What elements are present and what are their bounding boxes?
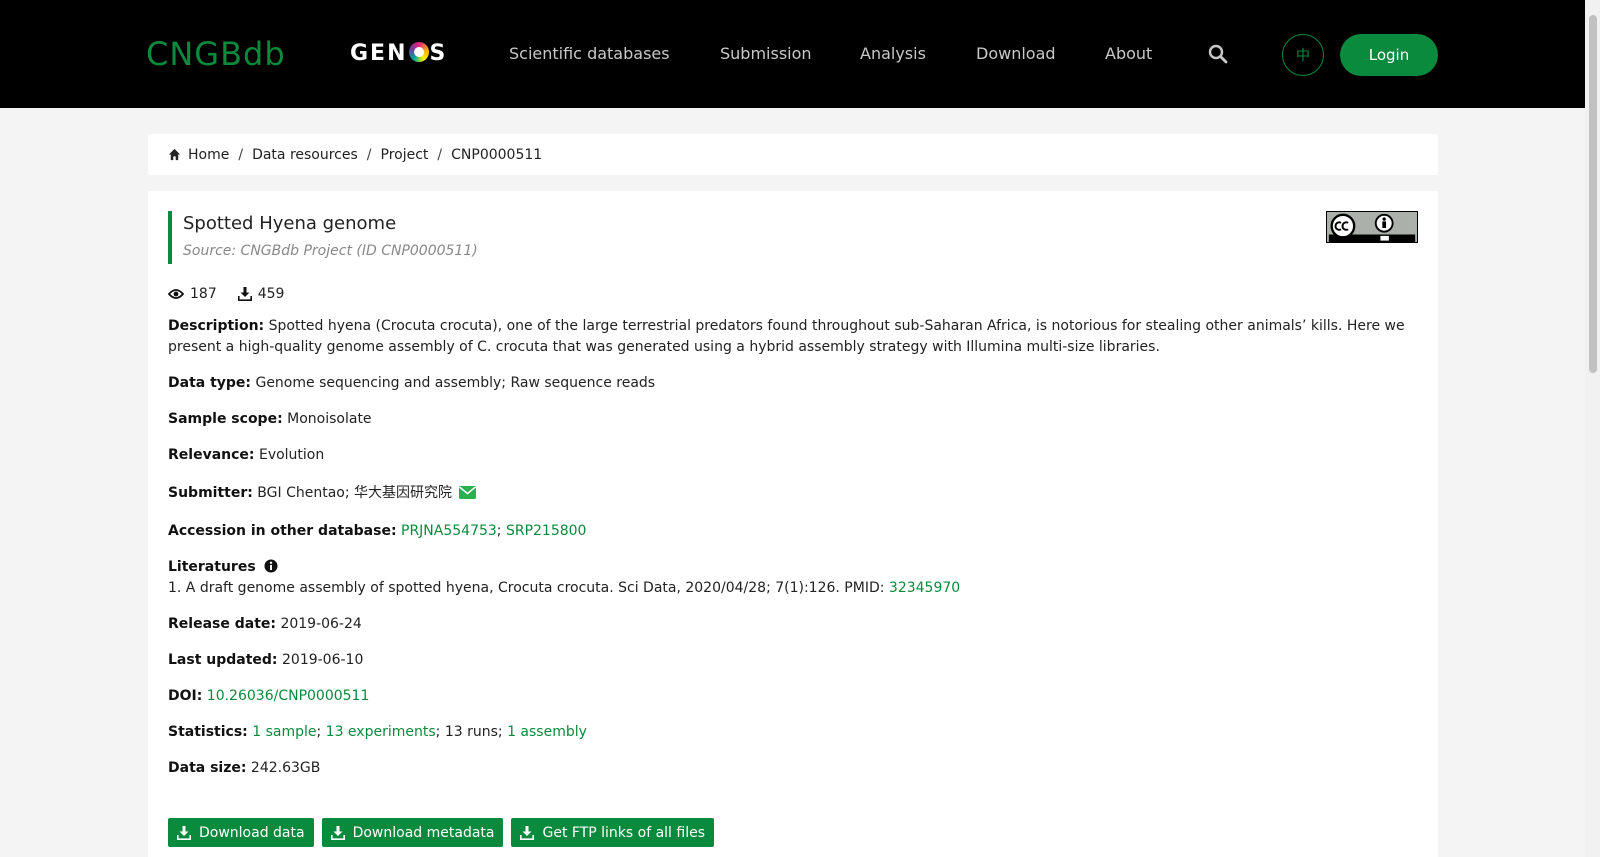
data-size-value: 242.63GB (250, 760, 321, 776)
project-header: Spotted Hyena genome Source: CNGBdb Proj… (168, 211, 478, 264)
relevance-field: Relevance: Evolution (168, 445, 1418, 466)
ftp-links-button[interactable]: Get FTP links of all files (511, 818, 715, 847)
doi-label: DOI: (168, 688, 203, 704)
eye-icon (168, 289, 184, 299)
last-updated-field: Last updated: 2019-06-10 (168, 650, 1418, 671)
genos-logo[interactable]: GEN S (350, 40, 447, 68)
release-date-value: 2019-06-24 (280, 616, 362, 632)
cngbdb-logo[interactable]: CNGBdb (146, 36, 286, 72)
accession-label: Accession in other database: (168, 523, 397, 539)
submitter-label: Submitter: (168, 485, 253, 501)
submitter-value: BGI Chentao; 华大基因研究院 (257, 485, 453, 501)
nav-about[interactable]: About (1105, 44, 1152, 64)
literatures-field: Literatures 1. A draft genome assembly o… (168, 557, 1418, 599)
sample-scope-field: Sample scope: Monoisolate (168, 409, 1418, 430)
description-text-2: present a high-quality genome assembly o… (168, 339, 1160, 355)
statistics-field: Statistics: 1 sample; 13 experiments; 13… (168, 722, 1418, 743)
data-size-field: Data size: 242.63GB (168, 758, 1418, 779)
stat-samples-link[interactable]: 1 sample (252, 724, 316, 740)
search-icon[interactable] (1208, 44, 1228, 64)
nav-scientific-databases[interactable]: Scientific databases (509, 44, 670, 64)
project-stats: 187 459 (168, 285, 284, 303)
info-icon[interactable] (264, 559, 278, 573)
breadcrumb-separator: / (238, 146, 244, 163)
stat-experiments-link[interactable]: 13 experiments (326, 724, 436, 740)
description-field: Description: Spotted hyena (Crocuta croc… (168, 316, 1418, 358)
last-updated-value: 2019-06-10 (282, 652, 364, 668)
download-metadata-label: Download metadata (352, 824, 495, 841)
last-updated-label: Last updated: (168, 652, 278, 668)
submitter-field: Submitter: BGI Chentao; 华大基因研究院 (168, 483, 1418, 504)
top-navbar: CNGBdb GEN S Scientific databases Submiss… (0, 0, 1585, 108)
sample-scope-value: Monoisolate (287, 411, 372, 427)
stat-separator: ; (497, 724, 508, 740)
scrollbar-thumb[interactable] (1589, 15, 1597, 373)
breadcrumb-separator: / (437, 146, 443, 163)
download-button-row: Download data Download metadata Get FTP … (168, 818, 715, 847)
data-type-label: Data type: (168, 375, 252, 391)
release-date-label: Release date: (168, 616, 276, 632)
literature-pmid-link[interactable]: 32345970 (889, 580, 960, 596)
literature-item-text: 1. A draft genome assembly of spotted hy… (168, 580, 885, 596)
download-metadata-button[interactable]: Download metadata (321, 818, 504, 847)
download-icon (330, 825, 345, 840)
breadcrumb: Home / Data resources / Project / CNP000… (148, 134, 1438, 175)
genos-logo-text-left: GEN (350, 41, 408, 66)
breadcrumb-separator: / (366, 146, 372, 163)
download-icon (520, 825, 535, 840)
genos-logo-text-right: S (429, 41, 448, 66)
project-detail-card: Spotted Hyena genome Source: CNGBdb Proj… (148, 191, 1438, 857)
accession-link-prjna[interactable]: PRJNA554753 (401, 523, 497, 539)
download-data-button[interactable]: Download data (168, 818, 314, 847)
sample-scope-label: Sample scope: (168, 411, 283, 427)
description-label: Description: (168, 318, 265, 334)
breadcrumb-current: CNP0000511 (451, 146, 543, 163)
page-scrollbar[interactable] (1585, 0, 1600, 857)
literatures-label: Literatures (168, 559, 256, 575)
accession-link-srp[interactable]: SRP215800 (506, 523, 587, 539)
statistics-label: Statistics: (168, 724, 248, 740)
data-type-value: Genome sequencing and assembly; Raw sequ… (255, 375, 656, 391)
login-button[interactable]: Login (1340, 34, 1438, 76)
breadcrumb-project[interactable]: Project (381, 147, 429, 163)
download-icon (237, 287, 252, 301)
view-count: 187 (190, 286, 217, 302)
relevance-label: Relevance: (168, 447, 255, 463)
genos-logo-o-mark (408, 42, 429, 62)
doi-link[interactable]: 10.26036/CNP0000511 (207, 688, 370, 704)
page-title: Spotted Hyena genome (183, 213, 397, 234)
release-date-field: Release date: 2019-06-24 (168, 614, 1418, 635)
envelope-icon[interactable] (459, 486, 477, 499)
stat-runs: 13 runs (444, 724, 498, 740)
nav-analysis[interactable]: Analysis (860, 44, 926, 64)
nav-download[interactable]: Download (976, 44, 1056, 64)
data-size-label: Data size: (168, 760, 247, 776)
cc-by-icon[interactable] (1326, 211, 1418, 243)
stat-separator: ; (316, 724, 326, 740)
accession-field: Accession in other database: PRJNA554753… (168, 521, 1418, 542)
relevance-value: Evolution (258, 447, 325, 463)
download-icon (177, 825, 191, 840)
breadcrumb-home[interactable]: Home (188, 147, 229, 163)
download-data-label: Download data (199, 824, 305, 841)
download-count: 459 (257, 286, 285, 302)
breadcrumb-data-resources[interactable]: Data resources (252, 147, 358, 163)
data-type-field: Data type: Genome sequencing and assembl… (168, 373, 1418, 394)
doi-field: DOI: 10.26036/CNP0000511 (168, 686, 1418, 707)
ftp-links-label: Get FTP links of all files (542, 824, 706, 841)
language-toggle-button[interactable]: 中 (1282, 34, 1324, 76)
description-text-1: Spotted hyena (Crocuta crocuta), one of … (268, 318, 1405, 334)
stat-separator: ; (435, 724, 445, 740)
stat-assembly-link[interactable]: 1 assembly (507, 724, 587, 740)
accession-separator: ; (496, 523, 502, 539)
home-icon (168, 148, 181, 161)
project-source: Source: CNGBdb Project (ID CNP0000511) (183, 243, 478, 259)
nav-submission[interactable]: Submission (720, 44, 812, 64)
